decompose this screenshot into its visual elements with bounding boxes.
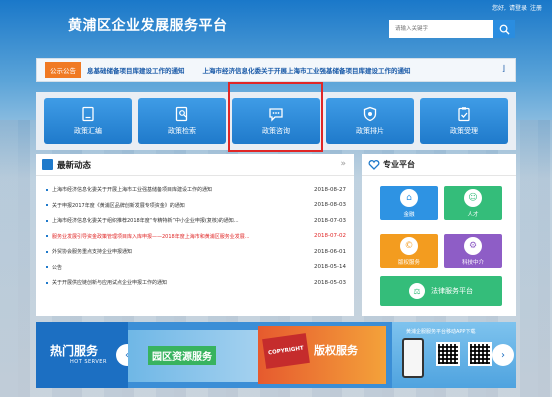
- news-header: 最新动态 »: [36, 154, 354, 176]
- legal-service-label: 法律服务平台: [431, 287, 473, 295]
- pro-title: 专业平台: [383, 160, 415, 169]
- news-title: 最新动态: [57, 160, 92, 171]
- hot-service-title: 热门服务: [50, 344, 99, 358]
- news-item[interactable]: 服务业发展引导资金政策管理项目库入库申报——2018年度上海市和黄浦区服务业发展…: [46, 229, 346, 245]
- news-item[interactable]: 关于开展供应链创新与应用试点企业申报工作的通知 2018-05-03: [46, 275, 346, 291]
- search-box: [389, 20, 515, 38]
- greeting-text: 您好,: [492, 5, 506, 12]
- hot-service-label: 热门服务 HOT SERVER: [36, 322, 128, 388]
- notice-badge: 公示公告: [45, 62, 81, 78]
- news-item-title[interactable]: 关于申报2017年度《黄浦区品牌创新发展专项资金》的通知: [52, 202, 292, 209]
- professional-platform-panel: 专业平台 ⌂ 金融 ☺ 人才 © 版权服务 ⚙ 科技中介 ⚖ 法律服务平台: [362, 154, 516, 316]
- news-item[interactable]: 上海市经济信息化委关于组织推荐2018年度“专精特新”中小企业申报(复核)的通知…: [46, 213, 346, 229]
- pro-tile-talent[interactable]: ☺ 人才: [444, 186, 502, 220]
- news-item[interactable]: 上海市经济信息化委关于开展上海市工业强基储备项目库建设工作的通知 2018-08-…: [46, 182, 346, 198]
- search-document-icon: [175, 106, 188, 122]
- copyright-icon: ©: [400, 236, 418, 255]
- login-link[interactable]: 请登录: [509, 5, 527, 12]
- search-button[interactable]: [493, 20, 515, 38]
- nav-tile-label: 政策排片: [356, 127, 384, 135]
- next-arrow-icon[interactable]: ›: [492, 344, 514, 366]
- nav-tile-label: 政策汇编: [74, 127, 102, 135]
- app-download-text: 黄浦企服服务平台移动APP下载: [406, 329, 476, 335]
- news-item-date: 2018-06-01: [314, 248, 346, 255]
- register-link[interactable]: 注册: [530, 5, 542, 12]
- bullet-icon: [46, 188, 48, 191]
- bullet-icon: [46, 281, 48, 284]
- pro-tile-label: 金融: [403, 211, 415, 218]
- news-item-title[interactable]: 上海市经济信息化委关于开展上海市工业强基储备项目库建设工作的通知: [52, 186, 292, 193]
- pro-tile-label: 版权服务: [397, 259, 420, 266]
- news-item-title[interactable]: 服务业发展引导资金政策管理项目库入库申报——2018年度上海市和黄浦区服务业发展…: [52, 233, 292, 240]
- news-book-icon: [42, 159, 53, 170]
- bullet-icon: [46, 266, 48, 269]
- copyright-badge: COPYRIGHT: [262, 333, 310, 369]
- legal-service-button[interactable]: ⚖ 法律服务平台: [380, 276, 502, 306]
- news-item-date: 2018-07-02: [314, 233, 346, 240]
- news-item-date: 2018-08-03: [314, 202, 346, 209]
- news-item-date: 2018-05-14: [314, 264, 346, 271]
- park-resource-banner[interactable]: 园区资源服务: [128, 330, 268, 382]
- park-resource-label: 园区资源服务: [148, 346, 216, 365]
- notice-arrow-icon[interactable]: ⌋: [502, 64, 505, 73]
- news-item-date: 2018-08-27: [314, 186, 346, 193]
- highlight-box: [228, 82, 323, 152]
- site-header: 您好, 请登录 注册 黄浦区企业发展服务平台: [0, 0, 552, 52]
- pro-tile-copyright[interactable]: © 版权服务: [380, 234, 438, 268]
- news-item[interactable]: 公告 2018-05-14: [46, 260, 346, 276]
- nav-tile-policy-acceptance[interactable]: 政策受理: [420, 98, 508, 144]
- search-input[interactable]: [389, 20, 493, 38]
- qr-code-icon: [468, 342, 492, 366]
- copyright-service-label: 版权服务: [314, 344, 358, 357]
- nav-tile-label: 政策检索: [168, 127, 196, 135]
- search-icon: [499, 24, 510, 35]
- bullet-icon: [46, 235, 48, 238]
- home-icon: ⌂: [400, 188, 418, 207]
- site-title: 黄浦区企业发展服务平台: [68, 18, 228, 34]
- more-icon[interactable]: »: [340, 159, 346, 169]
- news-list: 上海市经济信息化委关于开展上海市工业强基储备项目库建设工作的通知 2018-08-…: [36, 176, 354, 291]
- news-item-date: 2018-07-03: [314, 217, 346, 224]
- notice-item[interactable]: 上海市经济信息化委关于开展上海市工业强基储备项目库建设工作的通知: [203, 65, 411, 75]
- news-item-title[interactable]: 上海市经济信息化委关于组织推荐2018年度“专精特新”中小企业申报(复核)的通知…: [52, 217, 292, 224]
- pro-tile-tech[interactable]: ⚙ 科技中介: [444, 234, 502, 268]
- news-item[interactable]: 外贸协会服务重点支持企业申报通知 2018-06-01: [46, 244, 346, 260]
- heart-icon: [368, 159, 380, 170]
- news-item[interactable]: 关于申报2017年度《黄浦区品牌创新发展专项资金》的通知 2018-08-03: [46, 198, 346, 214]
- news-item-title[interactable]: 外贸协会服务重点支持企业申报通知: [52, 248, 292, 255]
- bullet-icon: [46, 204, 48, 207]
- hot-service-subtitle: HOT SERVER: [70, 359, 107, 365]
- nav-tile-policy-compilation[interactable]: 政策汇编: [44, 98, 132, 144]
- nav-tile-policy-search[interactable]: 政策检索: [138, 98, 226, 144]
- clipboard-icon: [458, 107, 470, 122]
- bullet-icon: [46, 250, 48, 253]
- bullet-icon: [46, 219, 48, 222]
- pro-tile-label: 科技中介: [461, 259, 484, 266]
- news-item-title[interactable]: 公告: [52, 264, 292, 271]
- nav-tile-label: 政策受理: [450, 127, 478, 135]
- nav-tile-policy-schedule[interactable]: 政策排片: [326, 98, 414, 144]
- legal-icon: ⚖: [409, 283, 425, 299]
- login-links: 您好, 请登录 注册: [489, 3, 542, 12]
- shield-icon: [363, 106, 377, 122]
- latest-news-panel: 最新动态 » 上海市经济信息化委关于开展上海市工业强基储备项目库建设工作的通知 2…: [36, 154, 354, 316]
- pro-tile-label: 人才: [467, 211, 479, 218]
- notice-bar: 公示公告 息基础储备项目库建设工作的通知 上海市经济信息化委关于开展上海市工业强…: [36, 58, 516, 82]
- news-item-date: 2018-05-03: [314, 279, 346, 286]
- people-icon: ☺: [464, 188, 482, 207]
- news-item-title[interactable]: 关于开展供应链创新与应用试点企业申报工作的通知: [52, 279, 292, 286]
- notice-item[interactable]: 息基础储备项目库建设工作的通知: [87, 65, 185, 75]
- pro-tile-finance[interactable]: ⌂ 金融: [380, 186, 438, 220]
- tech-icon: ⚙: [464, 236, 482, 255]
- pro-header: 专业平台: [362, 154, 516, 176]
- hot-service-banner: 热门服务 HOT SERVER ‹ 园区资源服务 COPYRIGHT 版权服务 …: [36, 322, 516, 388]
- phone-image: [402, 338, 424, 378]
- copyright-service-banner[interactable]: COPYRIGHT 版权服务: [258, 326, 386, 384]
- qr-code-icon: [436, 342, 460, 366]
- document-icon: [82, 106, 94, 122]
